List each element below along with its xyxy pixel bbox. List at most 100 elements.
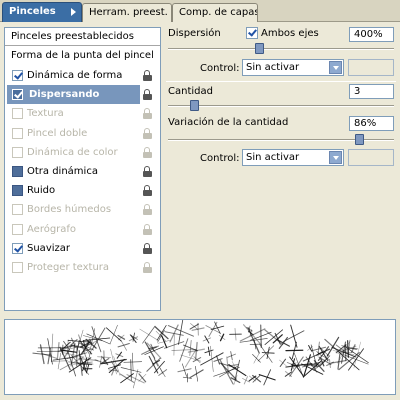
- brush-sparkle: [167, 320, 194, 345]
- count-jitter-control-select[interactable]: Sin activar: [242, 149, 344, 166]
- brush-sparkle: [189, 365, 204, 382]
- brush-option-row[interactable]: Dinámica de forma: [5, 66, 160, 85]
- brush-option-row[interactable]: Pincel doble: [5, 124, 160, 143]
- brush-option-label: Suavizar: [27, 243, 70, 254]
- brush-sparkle: [192, 356, 202, 364]
- brush-sparkle: [229, 328, 242, 341]
- count-jitter-control-value: Sin activar: [246, 152, 300, 163]
- brush-sparkle: [189, 323, 200, 331]
- count-jitter-control-extra-box: [348, 149, 394, 166]
- brush-sparkle: [283, 324, 305, 348]
- brush-option-row[interactable]: Proteger textura: [5, 258, 160, 277]
- brush-option-label: Pincel doble: [27, 128, 88, 139]
- brush-option-label: Ruido: [27, 185, 56, 196]
- scatter-control-extra-box: [348, 59, 394, 76]
- count-value-field[interactable]: 3: [349, 84, 394, 99]
- lock-open-icon[interactable]: [142, 70, 153, 81]
- tab-brushes-label: Pinceles: [9, 6, 56, 17]
- brush-sparkle: [171, 338, 197, 362]
- scatter-control-value: Sin activar: [246, 62, 300, 73]
- scatter-slider-thumb[interactable]: [255, 43, 264, 54]
- brush-option-row[interactable]: Textura: [5, 104, 160, 123]
- brush-option-label: Aerógrafo: [27, 224, 77, 235]
- brush-sparkle: [285, 341, 304, 360]
- brush-presets-header[interactable]: Pinceles preestablecidos: [5, 28, 160, 46]
- lock-open-icon[interactable]: [142, 166, 153, 177]
- scatter-control-select[interactable]: Sin activar: [242, 59, 344, 76]
- count-label: Cantidad: [168, 86, 213, 97]
- brush-sparkle: [123, 352, 143, 372]
- brush-option-row[interactable]: Otra dinámica: [5, 162, 160, 181]
- brush-sparkle: [315, 351, 323, 357]
- lock-icon[interactable]: [142, 262, 153, 273]
- count-jitter-value-field[interactable]: 86%: [349, 116, 394, 131]
- brush-option-label: Textura: [27, 108, 64, 119]
- chevron-down-icon[interactable]: [329, 151, 342, 164]
- brush-option-label: Otra dinámica: [27, 166, 98, 177]
- tab-layer-comps[interactable]: Comp. de capas: [172, 3, 258, 22]
- lock-icon[interactable]: [142, 147, 153, 158]
- brush-sparkle: [108, 356, 125, 376]
- brush-option-label: Dispersando: [29, 89, 100, 100]
- lock-icon[interactable]: [142, 108, 153, 119]
- tab-tool-presets-label: Herram. preest.: [89, 7, 168, 18]
- tab-layer-comps-label: Comp. de capas: [179, 7, 258, 18]
- brush-option-row[interactable]: Suavizar: [5, 239, 160, 258]
- brush-option-row[interactable]: Dispersando: [7, 85, 140, 104]
- count-slider-thumb[interactable]: [190, 100, 199, 111]
- brush-sparkle: [117, 339, 130, 351]
- scatter-value-field[interactable]: 400%: [349, 27, 394, 42]
- lock-icon[interactable]: [142, 204, 153, 215]
- brush-sparkle: [117, 334, 126, 341]
- brush-option-checkbox[interactable]: [12, 70, 23, 81]
- brush-option-checkbox: [12, 147, 23, 158]
- brush-stroke-preview: [4, 319, 396, 395]
- panel-tabbar: Pinceles Herram. preest. Comp. de capas: [0, 0, 400, 22]
- brush-sparkle: [345, 341, 369, 369]
- count-jitter-label: Variación de la cantidad: [168, 117, 289, 128]
- brush-stroke-preview-image: [32, 320, 369, 389]
- brush-sparkle: [202, 335, 212, 344]
- lock-open-icon[interactable]: [142, 89, 153, 100]
- brush-settings-list: Pinceles preestablecidos Forma de la pun…: [4, 27, 161, 311]
- lock-open-icon[interactable]: [142, 243, 153, 254]
- brush-option-checkbox: [12, 108, 23, 119]
- brush-option-checkbox: [12, 262, 23, 273]
- brush-sparkle: [252, 374, 262, 383]
- brush-option-label: Proteger textura: [27, 262, 110, 273]
- brush-sparkle: [106, 324, 122, 344]
- brush-sparkle: [86, 327, 111, 351]
- brush-option-checkbox[interactable]: [12, 243, 23, 254]
- both-axes-label: Ambos ejes: [261, 28, 319, 39]
- lock-icon[interactable]: [142, 128, 153, 139]
- brush-sparkle: [154, 325, 169, 341]
- brush-sparkle: [227, 351, 236, 361]
- brush-sparkle: [177, 363, 192, 377]
- section-divider: [166, 81, 396, 82]
- brush-option-checkbox[interactable]: [12, 166, 23, 177]
- brush-tip-shape-header[interactable]: Forma de la punta del pincel: [5, 47, 160, 65]
- scatter-label: Dispersión: [168, 28, 221, 39]
- brush-sparkle: [242, 376, 250, 385]
- both-axes-checkbox[interactable]: [246, 27, 258, 39]
- brush-option-row[interactable]: Ruido: [5, 181, 160, 200]
- brush-option-row[interactable]: Aerógrafo: [5, 220, 160, 239]
- chevron-down-icon[interactable]: [329, 61, 342, 74]
- tab-tool-presets[interactable]: Herram. preest.: [82, 3, 172, 22]
- lock-open-icon[interactable]: [142, 185, 153, 196]
- brush-option-label: Bordes húmedos: [27, 204, 112, 215]
- count-slider-track[interactable]: [168, 105, 394, 107]
- tab-brushes[interactable]: Pinceles: [2, 2, 82, 22]
- brush-option-label: Dinámica de forma: [27, 70, 123, 81]
- brush-sparkle: [183, 339, 199, 356]
- lock-icon[interactable]: [142, 224, 153, 235]
- brush-option-checkbox[interactable]: [12, 89, 23, 100]
- count-jitter-slider-thumb[interactable]: [355, 134, 364, 145]
- brush-option-row[interactable]: Bordes húmedos: [5, 200, 160, 219]
- brush-sparkle: [139, 325, 159, 344]
- brush-option-checkbox: [12, 224, 23, 235]
- brush-option-row[interactable]: Dinámica de color: [5, 143, 160, 162]
- scatter-slider-track[interactable]: [168, 48, 394, 50]
- brush-option-label: Dinámica de color: [27, 147, 118, 158]
- brush-option-checkbox[interactable]: [12, 185, 23, 196]
